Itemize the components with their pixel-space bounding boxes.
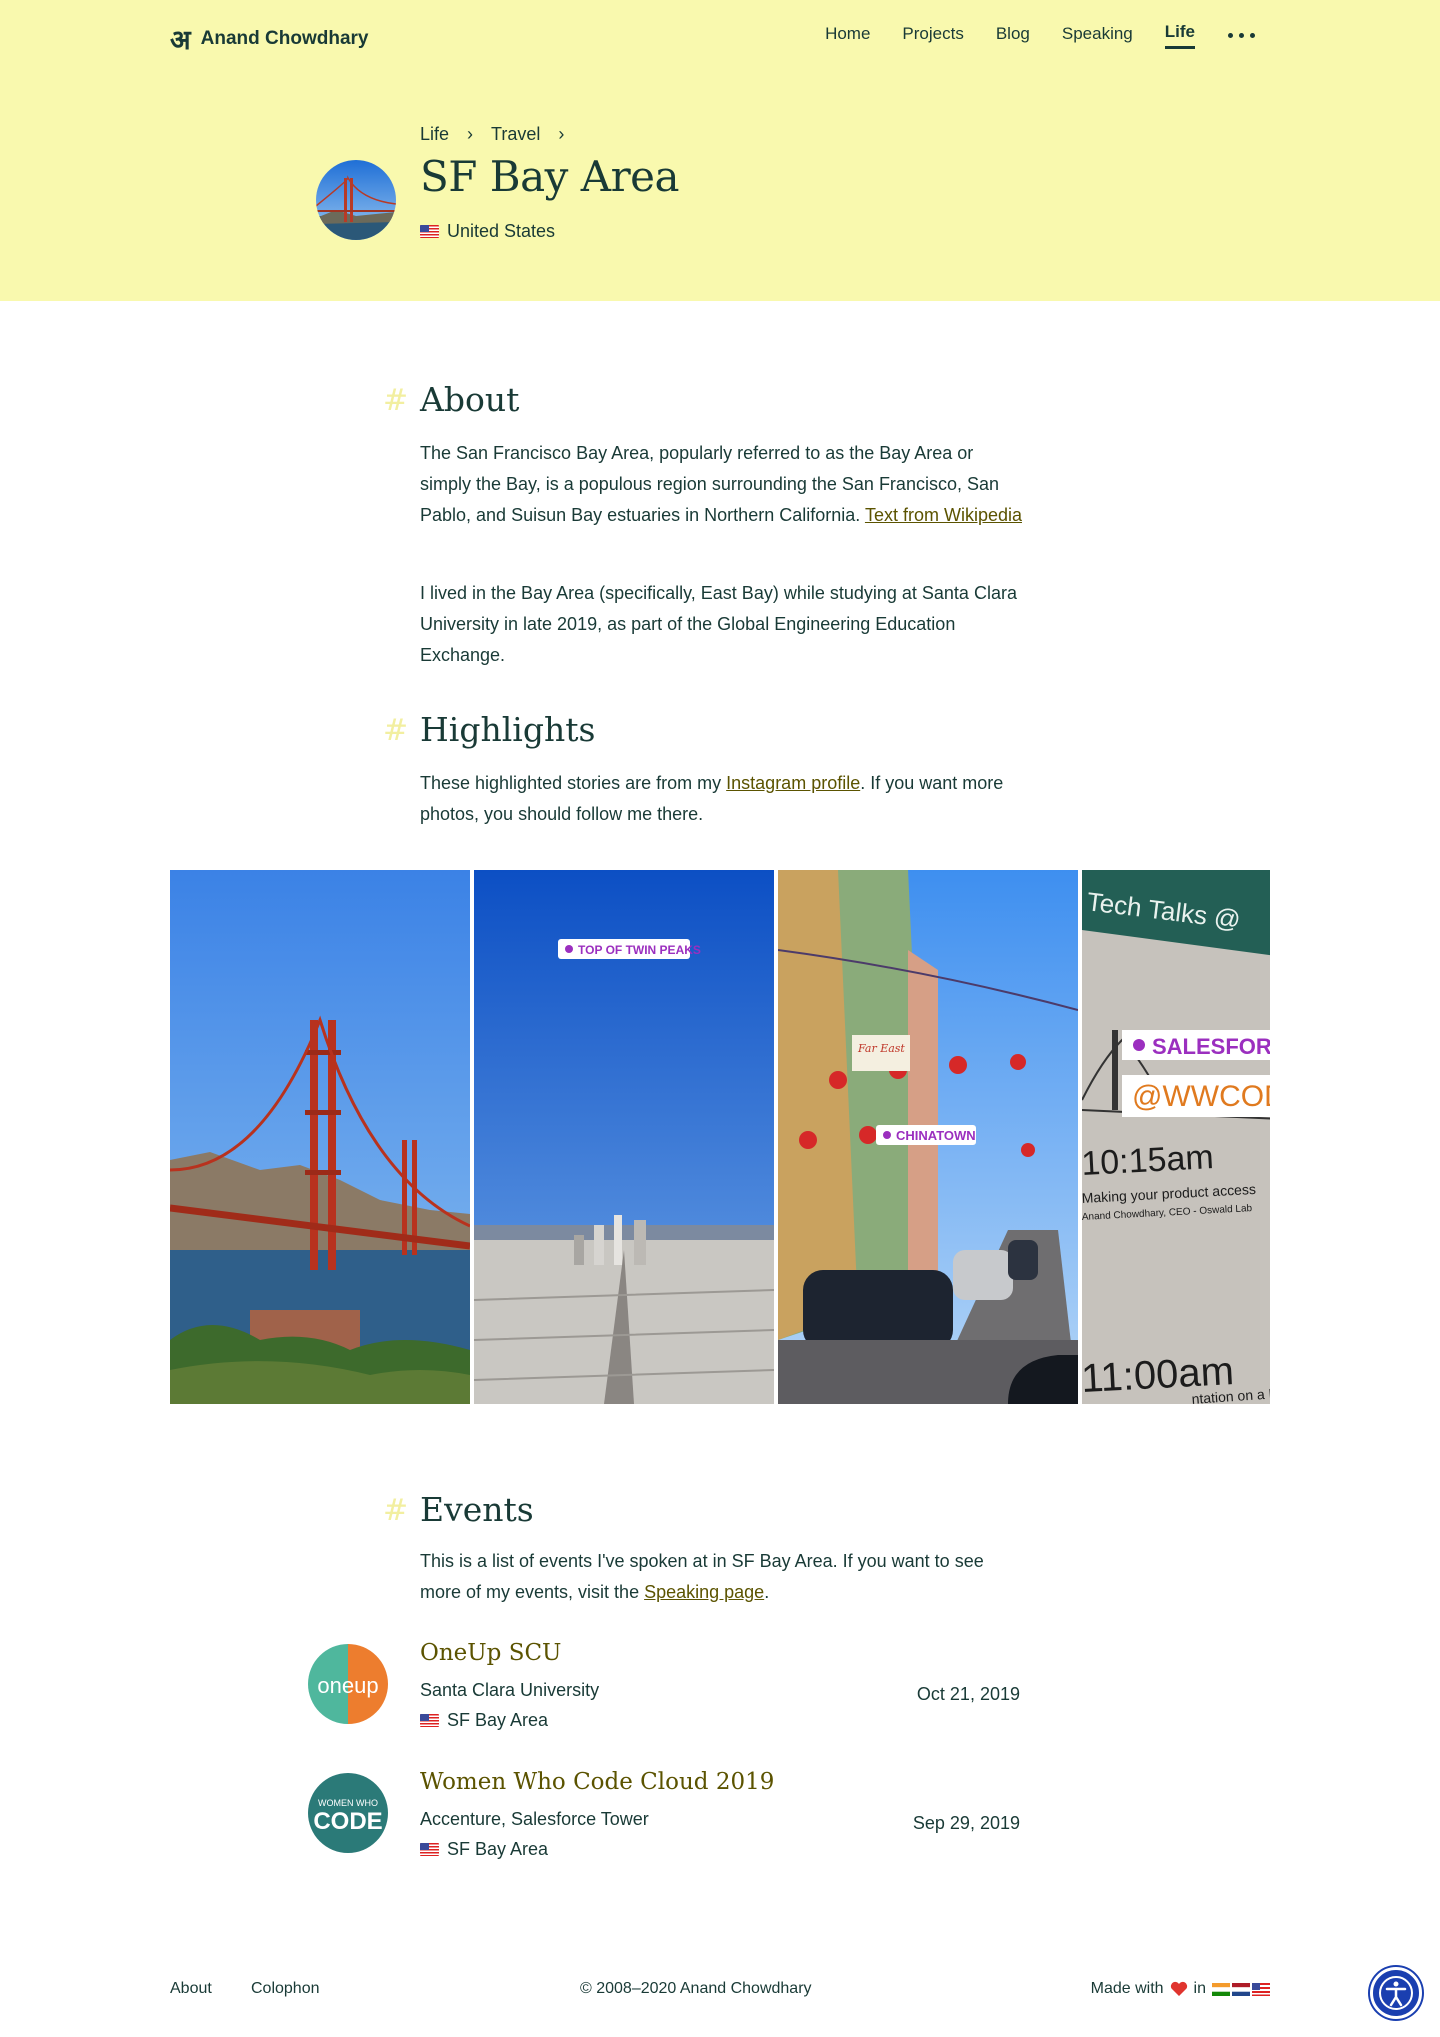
instagram-link[interactable]: Instagram profile [726, 773, 860, 793]
story-location-tag: CHINATOWN [896, 1128, 976, 1143]
story-location-tag: TOP OF TWIN PEAKS [578, 943, 701, 957]
events-text-end: . [764, 1582, 770, 1602]
section-heading-about: About [420, 380, 520, 419]
event-place-label: SF Bay Area [447, 1710, 549, 1730]
place-avatar [316, 160, 396, 240]
section-anchor[interactable]: # [383, 1493, 408, 1528]
event-place: SF Bay Area [420, 1839, 548, 1860]
event-venue: Santa Clara University [420, 1680, 600, 1700]
story-time-1: 10:15am [1082, 1138, 1215, 1183]
nav-speaking[interactable]: Speaking [1062, 24, 1133, 48]
breadcrumb-travel[interactable]: Travel [491, 124, 540, 145]
highlights-paragraph: These highlighted stories are from my In… [420, 768, 1025, 830]
wikipedia-link[interactable]: Text from Wikipedia [865, 505, 1022, 525]
us-flag-icon [420, 225, 439, 238]
story-gallery: TOP OF TWIN PEAKS Far East CHINATOWN Tec… [170, 870, 1270, 1404]
highlights-text: These highlighted stories are from my [420, 773, 722, 793]
accessibility-icon[interactable] [1370, 1967, 1422, 2019]
oneup-logo: oneup [308, 1644, 388, 1724]
wwc-logo-small: WOMEN WHO [318, 1798, 378, 1808]
nav-home[interactable]: Home [825, 24, 870, 48]
event-venue: Accenture, Salesforce Tower [420, 1809, 649, 1829]
section-anchor[interactable]: # [383, 383, 408, 418]
country-flags-icon [1212, 1982, 1270, 1996]
section-heading-events: Events [420, 1490, 534, 1529]
us-flag-icon [420, 1843, 439, 1856]
story-twin-peaks[interactable]: TOP OF TWIN PEAKS [474, 870, 774, 1404]
breadcrumb-life[interactable]: Life [420, 124, 449, 145]
country-name: United States [447, 221, 556, 241]
copyright: © 2008–2020 Anand Chowdhary [580, 1980, 812, 1997]
story-handle: @WWCODE [1132, 1080, 1270, 1113]
footer-colophon-link[interactable]: Colophon [251, 1980, 320, 1998]
site-logo[interactable]: अ Anand Chowdhary [170, 20, 368, 57]
breadcrumb-separator: › [467, 124, 474, 144]
wwc-logo-big: CODE [313, 1808, 382, 1835]
story-chinatown[interactable]: Far East CHINATOWN [778, 870, 1078, 1404]
section-heading-highlights: Highlights [420, 710, 596, 749]
made-with: Made with in [1091, 1980, 1270, 1998]
event-title[interactable]: OneUp SCU [420, 1640, 561, 1666]
story-golden-gate[interactable] [170, 870, 470, 1404]
page-header: अ Anand Chowdhary Home Projects Blog Spe… [0, 0, 1440, 301]
page-title: SF Bay Area [420, 152, 680, 201]
breadcrumb: Life › Travel › [420, 124, 564, 145]
speaking-page-link[interactable]: Speaking page [644, 1582, 764, 1602]
about-paragraph-2: I lived in the Bay Area (specifically, E… [420, 583, 1017, 665]
story-sign: Far East [857, 1042, 905, 1055]
about-paragraph-1: The San Francisco Bay Area, popularly re… [420, 438, 1025, 531]
nav-blog[interactable]: Blog [996, 24, 1030, 48]
footer-about-link[interactable]: About [170, 1980, 212, 1998]
oneup-logo-text: oneup [317, 1673, 378, 1698]
us-flag-icon [420, 1714, 439, 1727]
made-in-label: in [1193, 1980, 1206, 1997]
nav-projects[interactable]: Projects [902, 24, 963, 48]
event-date: Sep 29, 2019 [912, 1813, 1020, 1833]
breadcrumb-separator: › [558, 124, 565, 144]
nav-life[interactable]: Life [1164, 22, 1195, 49]
ellipsis-icon[interactable] [1227, 33, 1255, 38]
section-anchor[interactable]: # [383, 713, 408, 748]
story-salesforce[interactable]: Tech Talks @ SALESFORCE @WWCODE 10:15am … [1082, 870, 1270, 1404]
logo-mark: अ [170, 25, 191, 56]
event-place: SF Bay Area [420, 1710, 548, 1731]
event-title[interactable]: Women Who Code Cloud 2019 [420, 1769, 774, 1795]
main-nav: Home Projects Blog Speaking Life [825, 22, 1255, 49]
page-country: United States [420, 221, 555, 242]
events-paragraph: This is a list of events I've spoken at … [420, 1546, 1025, 1608]
event-date: Oct 21, 2019 [916, 1684, 1020, 1704]
event-place-label: SF Bay Area [447, 1839, 549, 1859]
made-with-label: Made with [1090, 1980, 1164, 1997]
heart-icon [1170, 1981, 1187, 1996]
story-location-tag: SALESFORCE [1152, 1034, 1270, 1059]
site-name: Anand Chowdhary [200, 27, 369, 49]
women-who-code-logo: WOMEN WHO CODE [308, 1773, 388, 1853]
